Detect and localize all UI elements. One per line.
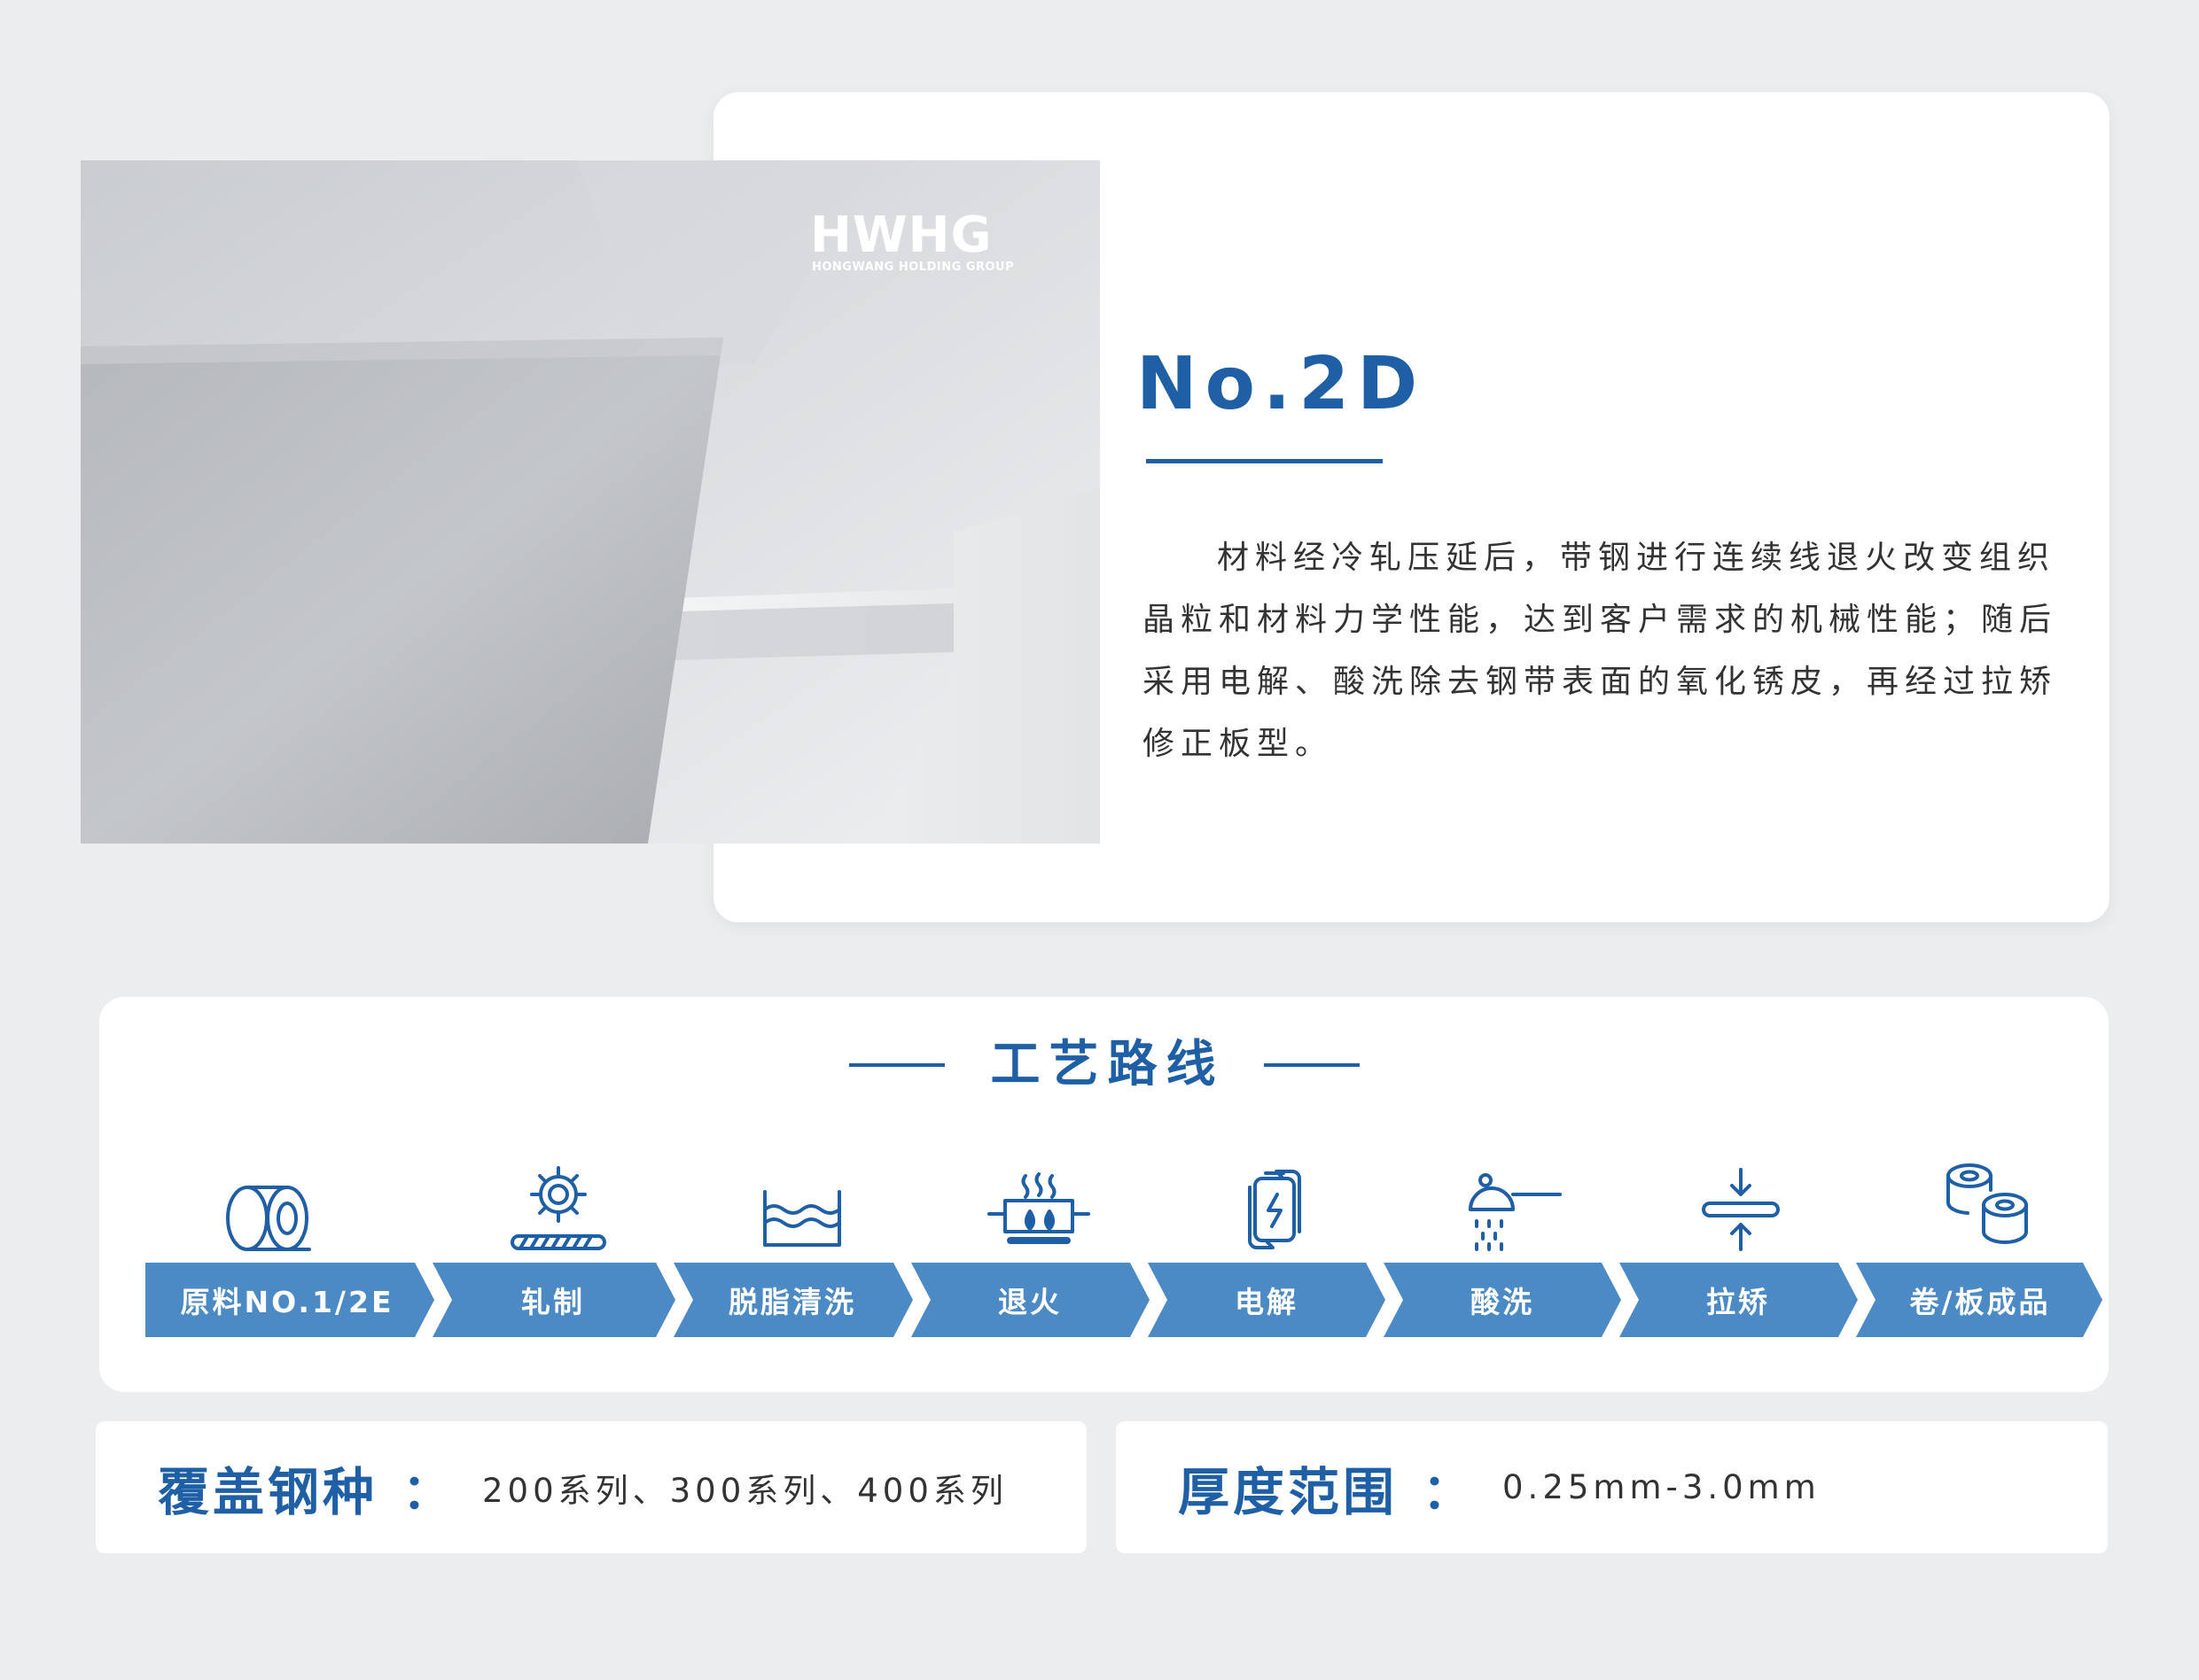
steel-grades-card: 覆盖钢种 ： 200系列、300系列、400系列 [96, 1421, 1087, 1553]
thickness-range-colon: ： [1423, 1464, 1471, 1520]
section-title-row: 工艺路线 [99, 1034, 2109, 1096]
process-step-finished: 卷/板成品 [1909, 1285, 2051, 1319]
title-decor-line-left [848, 1063, 945, 1067]
brand-logo-subtext: HONGWANG HOLDING GROUP [812, 261, 1015, 274]
thickness-range-card: 厚度范围 ： 0.25mm-3.0mm [1116, 1421, 2108, 1553]
process-step-raw-material: 原料NO.1/2E [180, 1285, 394, 1319]
furnace-flame-icon [986, 1165, 1092, 1263]
title-decor-line-right [1263, 1063, 1360, 1067]
product-grade-title: No.2D [1136, 342, 1426, 426]
coil-icon [221, 1165, 327, 1263]
process-step-annealing: 退火 [998, 1285, 1062, 1319]
water-bath-icon [749, 1170, 855, 1267]
process-step-pickling: 酸洗 [1470, 1285, 1534, 1319]
product-description: 材料经冷轧压延后，带钢进行连续线退火改变组织晶粒和材料力学性能，达到客户需求的机… [1142, 540, 2058, 762]
gear-rolling-icon [505, 1161, 612, 1258]
acid-shower-icon [1457, 1161, 1563, 1258]
process-route-title: 工艺路线 [990, 1036, 1225, 1093]
brand-logo: HWHG [810, 206, 993, 264]
steel-grades-value: 200系列、300系列、400系列 [482, 1471, 1008, 1510]
steel-grades-label: 覆盖钢种 [158, 1461, 378, 1522]
title-underline [1146, 459, 1383, 463]
thickness-range-value: 0.25mm-3.0mm [1502, 1468, 1821, 1506]
product-photo: HWHG HONGWANG HOLDING GROUP [81, 160, 1100, 844]
press-straighten-icon [1688, 1161, 1794, 1258]
thickness-range-label: 厚度范围 [1178, 1461, 1399, 1522]
finished-coils-icon [1934, 1156, 2040, 1254]
battery-cycle-icon [1221, 1161, 1328, 1258]
steel-grades-colon: ： [402, 1464, 451, 1520]
process-step-electrolysis: 电解 [1235, 1285, 1298, 1319]
process-step-degreasing: 脱脂清洗 [729, 1285, 856, 1319]
process-step-rolling: 轧制 [521, 1285, 585, 1319]
process-step-leveling: 拉矫 [1706, 1285, 1770, 1319]
process-route-card: 工艺路线 原料NO.1/2E 轧制 脱脂清洗 退火 电解 酸洗 拉矫 卷/板成品 [99, 997, 2109, 1392]
